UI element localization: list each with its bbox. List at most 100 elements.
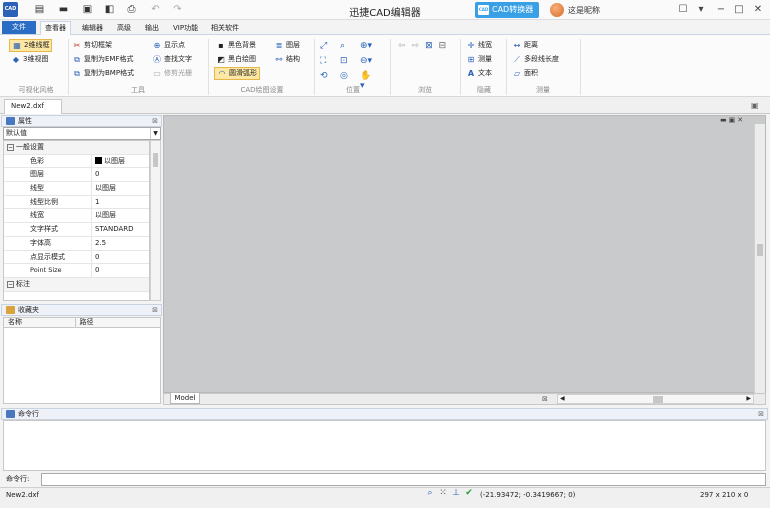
pin-icon[interactable]: ⊠ <box>758 409 764 419</box>
property-row[interactable]: 点显示模式 0 <box>4 250 149 265</box>
property-row[interactable]: 图层 0 <box>4 168 149 183</box>
property-group-general[interactable]: − 一般设置 <box>4 141 149 155</box>
2d-wireframe-button[interactable]: ▦ 2维线框 <box>9 39 53 52</box>
tab-vip[interactable]: VIP功能 <box>169 22 202 34</box>
black-background-label: 黑色背景 <box>228 41 256 49</box>
column-name[interactable]: 名称 <box>4 318 76 327</box>
scroll-left-icon[interactable]: ◀ <box>560 395 565 402</box>
menu-file[interactable]: 文件 <box>2 21 36 34</box>
cad-converter-button[interactable]: CAD CAD转换器 <box>475 2 539 18</box>
zoom-window-icon[interactable]: ⌕ <box>340 41 354 51</box>
line-width-button[interactable]: ✛ 线宽 <box>466 39 492 52</box>
smooth-arc-icon: ◠ <box>218 68 226 78</box>
hide-measure-button[interactable]: ⊞ 测量 <box>466 53 492 66</box>
user-name[interactable]: 这是昵称 <box>568 5 600 16</box>
layout-menu-icon[interactable]: ⊠ <box>542 395 548 403</box>
distance-button[interactable]: ↔ 距离 <box>512 39 538 52</box>
redo-icon[interactable]: ↷ <box>172 4 183 15</box>
pin-icon[interactable]: ⊠ <box>152 305 158 315</box>
3d-view-button[interactable]: ◆ 3维视图 <box>11 53 49 66</box>
find-text-button[interactable]: Ⓐ 查找文字 <box>152 53 192 66</box>
tab-related-software[interactable]: 相关软件 <box>207 22 243 34</box>
scroll-right-icon[interactable]: ▶ <box>746 395 751 402</box>
canvas-window-controls[interactable]: ▬▣✕ <box>720 116 745 124</box>
skin-icon[interactable]: ▾ <box>694 3 708 16</box>
group-label-position: 位置 <box>346 86 360 94</box>
avatar[interactable] <box>550 3 564 17</box>
model-tab[interactable]: Model <box>170 393 200 404</box>
black-white-button[interactable]: ◩ 黑白绘图 <box>216 53 256 66</box>
new-doc-icon[interactable]: ▤ <box>34 4 45 15</box>
command-icon <box>6 410 15 418</box>
property-value: 0 <box>95 252 100 261</box>
trim-raster-button[interactable]: ▭ 修剪光栅 <box>152 67 192 80</box>
scrollbar-thumb[interactable] <box>153 153 158 167</box>
properties-title: 属性 <box>18 117 32 125</box>
zoom-out-icon[interactable]: ⊖▾ <box>360 56 374 66</box>
hide-text-button[interactable]: A 文本 <box>466 67 492 80</box>
save-icon[interactable]: ▣ <box>82 4 93 15</box>
black-background-button[interactable]: ▪ 黑色背景 <box>216 39 256 52</box>
tab-output[interactable]: 输出 <box>141 22 163 34</box>
show-points-button[interactable]: ⊕ 显示点 <box>152 39 185 52</box>
maximize-icon[interactable]: □ <box>732 3 746 16</box>
layers-button[interactable]: ≣ 图层 <box>274 39 300 52</box>
undo-icon[interactable]: ↶ <box>150 4 161 15</box>
tab-advanced[interactable]: 高级 <box>113 22 135 34</box>
print-icon[interactable]: ⎙ <box>126 4 137 15</box>
fit-icon[interactable]: ⛶ <box>320 56 334 66</box>
close-icon[interactable]: ✕ <box>751 3 765 16</box>
feedback-icon[interactable]: ☐ <box>676 3 690 16</box>
properties-scrollbar[interactable] <box>150 140 161 301</box>
polyline-length-button[interactable]: ⟋ 多段线长度 <box>512 53 559 66</box>
column-path[interactable]: 路径 <box>76 318 160 327</box>
zoom-all-icon[interactable]: ⊡ <box>340 56 354 66</box>
structure-button[interactable]: ⚯ 结构 <box>274 53 300 66</box>
copy-emf-button[interactable]: ⧉ 复制为EMF格式 <box>72 53 133 66</box>
document-tab[interactable]: New2.dxf <box>4 99 62 114</box>
copy-bmp-button[interactable]: ⧉ 复制为BMP格式 <box>72 67 134 80</box>
ortho-icon[interactable]: ⊥ <box>451 488 461 498</box>
points-icon: ⊕ <box>153 40 161 50</box>
clip-frame-button[interactable]: ✂ 剪切框架 <box>72 39 112 52</box>
property-row[interactable]: 线型 以图层 <box>4 182 149 196</box>
drawing-canvas[interactable] <box>163 115 766 393</box>
property-row[interactable]: 色彩 以图层 <box>4 154 149 169</box>
area-button[interactable]: ▱ 面积 <box>512 67 538 80</box>
canvas-vertical-scrollbar[interactable] <box>754 124 765 394</box>
favorites-list[interactable] <box>3 328 161 404</box>
tab-viewer[interactable]: 查看器 <box>40 21 71 35</box>
tab-editor[interactable]: 编辑器 <box>78 22 107 34</box>
property-row[interactable]: 线宽 以图层 <box>4 209 149 224</box>
polar-icon[interactable]: ✔ <box>464 488 474 498</box>
browse-options-icon[interactable]: ⊟ <box>439 41 447 51</box>
grid-icon[interactable]: ⁙ <box>438 488 448 498</box>
smooth-arcs-button[interactable]: ◠ 圆滑弧形 <box>214 67 260 80</box>
property-row[interactable]: Point Size 0 <box>4 264 149 278</box>
command-input[interactable] <box>41 473 766 486</box>
minimize-icon[interactable]: − <box>714 3 728 16</box>
tab-list-icon[interactable]: ▣ <box>751 101 759 110</box>
property-row[interactable]: 线型比例 1 <box>4 195 149 210</box>
collapse-icon[interactable]: − <box>7 280 14 288</box>
document-tab-bar <box>0 97 770 114</box>
properties-selector[interactable]: 默认值 ▼ <box>3 127 161 140</box>
property-row[interactable]: 字体高 2.5 <box>4 236 149 251</box>
property-row[interactable]: 文字样式 STANDARD <box>4 223 149 237</box>
canvas-horizontal-scrollbar[interactable]: ◀ ▶ <box>557 394 754 404</box>
export-icon[interactable]: ◧ <box>104 4 115 15</box>
scrollbar-thumb[interactable] <box>757 244 763 256</box>
scrollbar-thumb[interactable] <box>653 396 663 403</box>
zoom-in-icon[interactable]: ⊕▾ <box>360 41 374 51</box>
collapse-icon[interactable]: − <box>7 144 14 151</box>
browse-icon[interactable]: ⊠ <box>425 41 433 51</box>
forward-arrow-icon[interactable]: ⇨ <box>412 41 420 51</box>
back-arrow-icon[interactable]: ⇦ <box>398 41 406 51</box>
pin-icon[interactable]: ⊠ <box>152 116 158 126</box>
property-group-dimension[interactable]: − 标注 <box>4 277 149 292</box>
open-folder-icon[interactable]: ▬ <box>58 4 69 15</box>
group-label-cad-drawing-settings: CAD绘图设置 <box>240 86 284 94</box>
zoom-extents-icon[interactable]: ⤢ <box>320 41 334 51</box>
snap-icon[interactable]: ⌕ <box>425 488 435 498</box>
favorites-icon <box>6 306 15 314</box>
